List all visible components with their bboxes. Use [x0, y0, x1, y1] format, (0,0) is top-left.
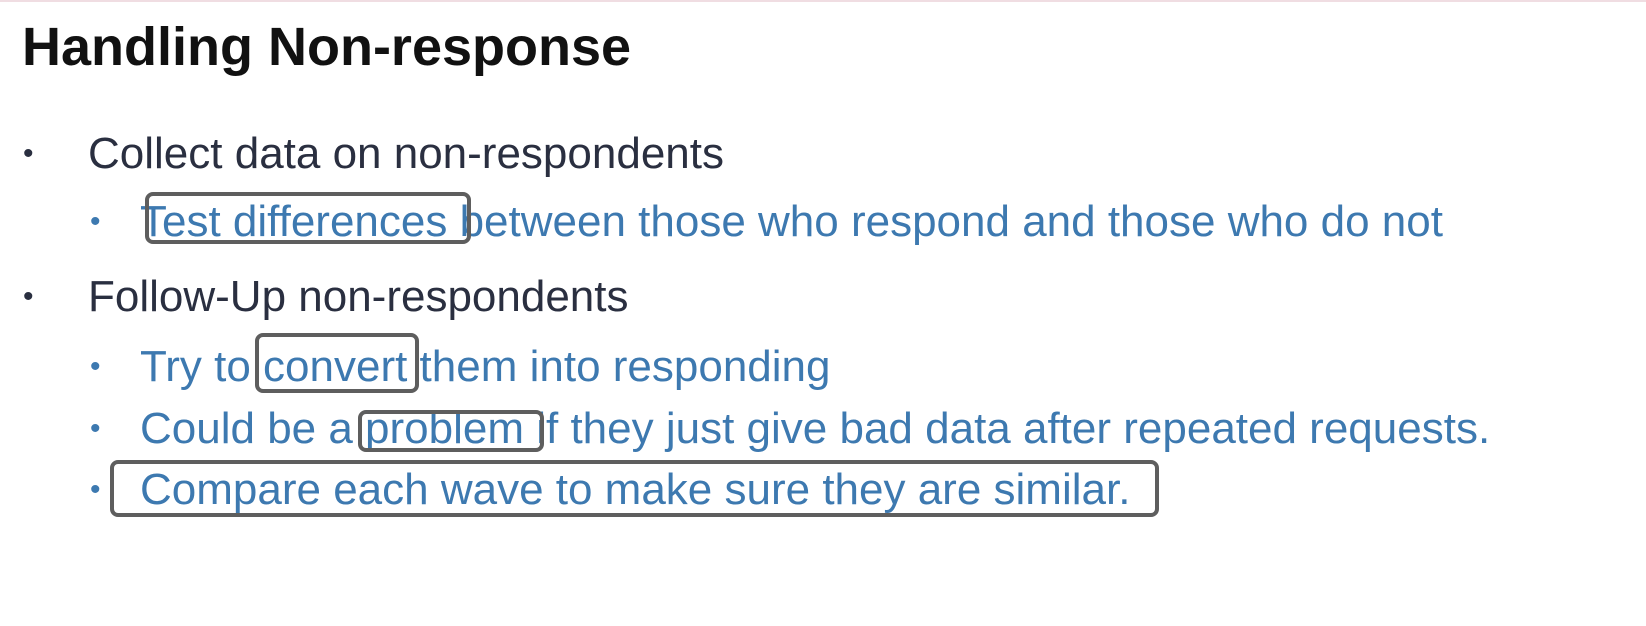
bullet-dot: • — [23, 280, 34, 313]
sub-bullet-text: Try to convert them into responding — [140, 342, 831, 391]
bullet-dot: • — [90, 473, 101, 506]
sub-bullet-text: Could be a problem if they just give bad… — [140, 404, 1491, 453]
bullet-dot: • — [23, 137, 34, 170]
bullet-text: Collect data on non-respondents — [88, 129, 724, 178]
slide-title: Handling Non-response — [22, 17, 632, 77]
sub-bullet-problem: • Could be a problem if they just give b… — [90, 404, 1491, 453]
bullet-item-collect-data: • Collect data on non-respondents — [23, 129, 724, 178]
sub-bullet-convert: • Try to convert them into responding — [90, 342, 831, 391]
bullet-dot: • — [90, 412, 101, 445]
sub-bullet-text: Compare each wave to make sure they are … — [140, 465, 1131, 514]
bullet-item-follow-up: • Follow-Up non-respondents — [23, 272, 629, 321]
sub-bullet-compare: • Compare each wave to make sure they ar… — [90, 465, 1131, 514]
sub-bullet-test-differences: • Test differences between those who res… — [90, 197, 1443, 246]
bullet-dot: • — [90, 350, 101, 383]
bullet-text: Follow-Up non-respondents — [88, 272, 629, 321]
bullet-dot: • — [90, 205, 101, 238]
sub-bullet-text: Test differences between those who respo… — [140, 197, 1443, 246]
slide-top-edge — [0, 0, 1646, 2]
